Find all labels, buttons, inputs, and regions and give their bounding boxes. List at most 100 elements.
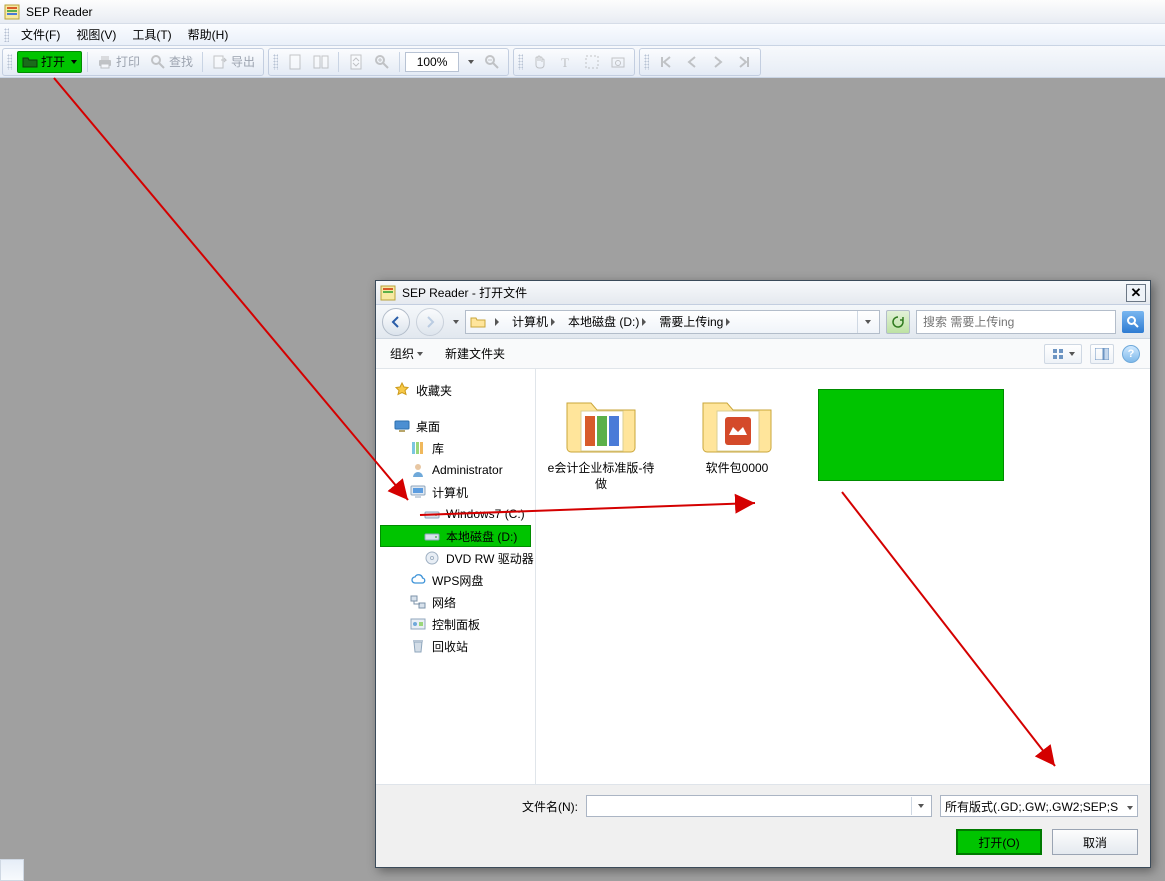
- path-breadcrumb[interactable]: 计算机 本地磁盘 (D:) 需要上传ing: [465, 310, 880, 334]
- crumb-drive-d[interactable]: 本地磁盘 (D:): [564, 312, 653, 332]
- chevron-right-icon: [726, 318, 730, 326]
- marquee-icon: [584, 54, 600, 70]
- back-arrow-icon: [388, 314, 404, 330]
- caret-down-icon: [918, 804, 924, 808]
- caret-down-icon: [417, 352, 423, 356]
- dialog-close-button[interactable]: ✕: [1126, 284, 1146, 302]
- tree-libraries[interactable]: 库: [380, 437, 531, 459]
- desktop-icon: [394, 418, 410, 434]
- zoom-input[interactable]: [405, 52, 459, 72]
- forward-arrow-icon: [422, 314, 438, 330]
- menu-tools[interactable]: 工具(T): [124, 24, 179, 45]
- next-page-button[interactable]: [706, 51, 730, 73]
- control-panel-icon: [410, 616, 426, 632]
- first-page-icon: [658, 54, 674, 70]
- fit-page-icon: [348, 54, 364, 70]
- snapshot-button[interactable]: [606, 51, 630, 73]
- taskbar-tab[interactable]: [0, 859, 24, 881]
- libraries-icon: [410, 440, 426, 456]
- refresh-button[interactable]: [886, 310, 910, 334]
- tree-drive-d[interactable]: 本地磁盘 (D:): [380, 525, 531, 547]
- tree-administrator[interactable]: Administrator: [380, 459, 531, 481]
- user-icon: [410, 462, 426, 478]
- file-label: 软件包0000: [706, 461, 769, 477]
- search-input[interactable]: [921, 314, 1111, 330]
- filename-dropdown[interactable]: [911, 797, 927, 815]
- svg-text:T: T: [561, 55, 569, 70]
- export-icon: [212, 54, 228, 70]
- find-label: 查找: [169, 53, 193, 70]
- tree-recycle-bin[interactable]: 回收站: [380, 635, 531, 657]
- tree-network[interactable]: 网络: [380, 591, 531, 613]
- help-button[interactable]: ?: [1122, 345, 1140, 363]
- export-button[interactable]: 导出: [208, 51, 259, 73]
- menu-file[interactable]: 文件(F): [13, 24, 68, 45]
- network-icon: [410, 594, 426, 610]
- window-title-bar: SEP Reader: [0, 0, 1165, 24]
- page-icon: [287, 54, 303, 70]
- cancel-button[interactable]: 取消: [1052, 829, 1138, 855]
- dialog-nav-bar: 计算机 本地磁盘 (D:) 需要上传ing: [376, 305, 1150, 339]
- filetype-filter[interactable]: 所有版式(.GD;.GW;.GW2;SEP;S: [940, 795, 1138, 817]
- view-mode-button[interactable]: [1044, 344, 1082, 364]
- dialog-body: 收藏夹 桌面 库 Administrator 计算机: [376, 369, 1150, 784]
- prev-page-button[interactable]: [680, 51, 704, 73]
- crumb-computer[interactable]: 计算机: [508, 312, 562, 332]
- print-button[interactable]: 打印: [93, 51, 144, 73]
- nav-back-button[interactable]: [382, 308, 410, 336]
- search-icon: [150, 54, 166, 70]
- nav-forward-button[interactable]: [416, 308, 444, 336]
- path-dropdown[interactable]: [857, 311, 875, 333]
- help-icon: ?: [1128, 348, 1135, 360]
- file-list-pane[interactable]: e会计企业标准版-待做 软件包0000: [536, 369, 1150, 784]
- search-input-box[interactable]: [916, 310, 1116, 334]
- new-folder-button[interactable]: 新建文件夹: [441, 344, 509, 364]
- menu-view[interactable]: 视图(V): [68, 24, 124, 45]
- zoom-out-icon: [484, 54, 500, 70]
- chevron-right-icon: [495, 318, 499, 326]
- dialog-app-icon: [380, 285, 396, 301]
- single-page-button[interactable]: [283, 51, 307, 73]
- zoom-in-button[interactable]: [370, 51, 394, 73]
- tree-computer[interactable]: 计算机: [380, 481, 531, 503]
- menu-help[interactable]: 帮助(H): [180, 24, 237, 45]
- facing-page-button[interactable]: [309, 51, 333, 73]
- search-go-button[interactable]: [1122, 311, 1144, 333]
- dialog-title-bar: SEP Reader - 打开文件 ✕: [376, 281, 1150, 305]
- next-page-icon: [710, 54, 726, 70]
- chevron-right-icon: [642, 318, 646, 326]
- zoom-dropdown[interactable]: [461, 51, 478, 73]
- tree-drive-c[interactable]: Windows7 (C:): [380, 503, 531, 525]
- close-icon: ✕: [1131, 285, 1142, 301]
- separator: [202, 52, 203, 72]
- fit-page-button[interactable]: [344, 51, 368, 73]
- tree-desktop[interactable]: 桌面: [380, 415, 531, 437]
- last-page-button[interactable]: [732, 51, 756, 73]
- dialog-title: SEP Reader - 打开文件: [402, 284, 527, 301]
- tree-wps[interactable]: WPS网盘: [380, 569, 531, 591]
- caret-down-icon: [1127, 806, 1133, 810]
- file-item-folder-2[interactable]: 软件包0000: [682, 389, 792, 477]
- navigation-tree: 收藏夹 桌面 库 Administrator 计算机: [376, 369, 536, 784]
- find-button[interactable]: 查找: [146, 51, 197, 73]
- tree-favorites[interactable]: 收藏夹: [380, 379, 531, 401]
- open-confirm-button[interactable]: 打开(O): [956, 829, 1042, 855]
- organize-menu[interactable]: 组织: [386, 344, 427, 364]
- file-item-folder-1[interactable]: e会计企业标准版-待做: [546, 389, 656, 492]
- area-select-button[interactable]: [580, 51, 604, 73]
- zoom-in-icon: [374, 54, 390, 70]
- dialog-toolbar: 组织 新建文件夹 ?: [376, 339, 1150, 369]
- tree-dvd[interactable]: DVD RW 驱动器 (: [380, 547, 531, 569]
- hand-tool-button[interactable]: [528, 51, 552, 73]
- filter-dropdown[interactable]: [1124, 799, 1133, 813]
- crumb-dropdown-0[interactable]: [488, 312, 506, 332]
- zoom-out-button[interactable]: [480, 51, 504, 73]
- filename-input[interactable]: [586, 795, 932, 817]
- tree-control-panel[interactable]: 控制面板: [380, 613, 531, 635]
- first-page-button[interactable]: [654, 51, 678, 73]
- text-select-button[interactable]: T: [554, 51, 578, 73]
- nav-history-dropdown[interactable]: [453, 320, 459, 324]
- open-button[interactable]: 打开: [17, 51, 82, 73]
- crumb-folder[interactable]: 需要上传ing: [655, 312, 737, 332]
- preview-pane-button[interactable]: [1090, 344, 1114, 364]
